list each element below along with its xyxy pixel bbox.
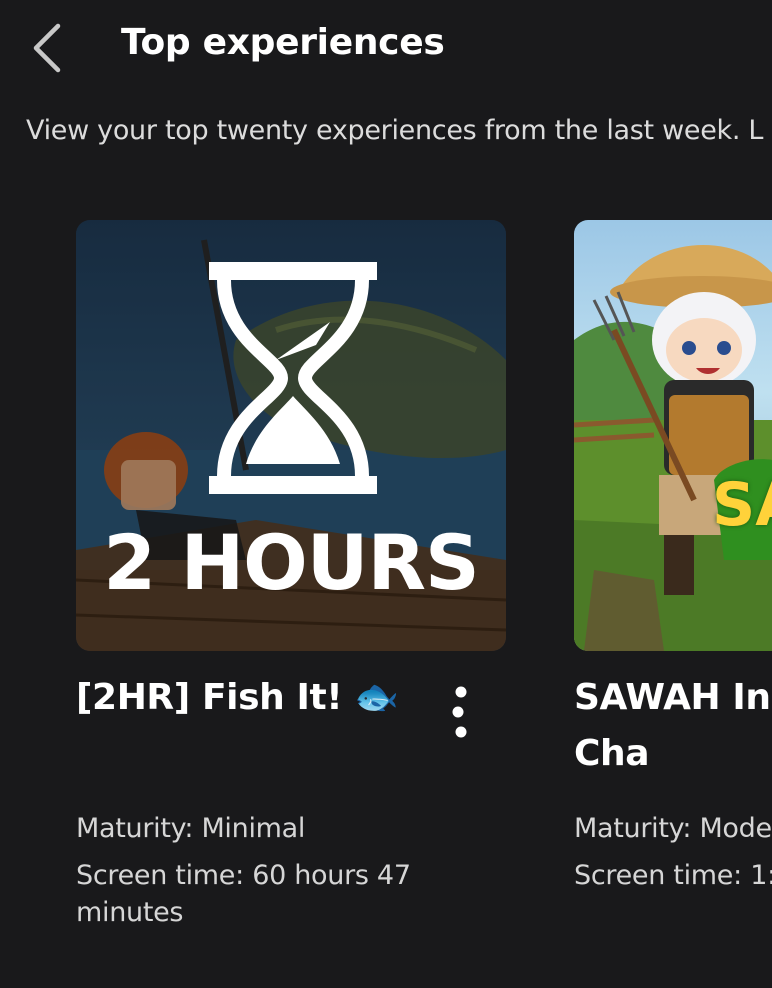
- more-options-button[interactable]: [444, 682, 478, 742]
- thumbnail-logo-text: SA: [712, 470, 772, 540]
- screen-time-info: Screen time: 1: minutes: [574, 857, 772, 894]
- maturity-info: Maturity: Mode: [574, 810, 772, 847]
- maturity-info: Maturity: Minimal: [76, 810, 305, 847]
- screen-time-value: 1: minutes: [750, 860, 772, 891]
- app-header: Top experiences: [0, 0, 772, 96]
- maturity-value: Minimal: [201, 813, 306, 844]
- screen-time-label: Screen time:: [574, 860, 742, 891]
- screen-time-info: Screen time: 60 hours 47 minutes: [76, 857, 436, 931]
- maturity-label: Maturity:: [76, 813, 194, 844]
- maturity-value: Mode: [699, 813, 772, 844]
- more-vertical-icon: [452, 686, 467, 738]
- thumbnail-art: [574, 220, 772, 651]
- page-title: Top experiences: [121, 22, 445, 63]
- experiences-carousel[interactable]: 2 HOURS [2HR] Fish It! 🐟 Maturity: Minim…: [0, 220, 772, 988]
- experience-thumbnail[interactable]: 2 HOURS: [76, 220, 506, 651]
- experience-card[interactable]: SA SAWAH Inc [Voice Cha Maturity: Mode S…: [574, 220, 772, 891]
- experience-title[interactable]: SAWAH Inc [Voice Cha: [574, 670, 772, 782]
- experience-title[interactable]: [2HR] Fish It! 🐟: [76, 670, 436, 726]
- subtitle-container: View your top twenty experiences from th…: [0, 100, 772, 160]
- experience-thumbnail[interactable]: SA: [574, 220, 772, 651]
- back-button[interactable]: [24, 20, 76, 76]
- page-subtitle: View your top twenty experiences from th…: [26, 115, 764, 146]
- screen-time-label: Screen time:: [76, 860, 244, 891]
- chevron-left-icon: [33, 23, 61, 73]
- thumbnail-caption: 2 HOURS: [103, 518, 480, 607]
- experience-card[interactable]: 2 HOURS [2HR] Fish It! 🐟 Maturity: Minim…: [76, 220, 506, 928]
- maturity-label: Maturity:: [574, 813, 692, 844]
